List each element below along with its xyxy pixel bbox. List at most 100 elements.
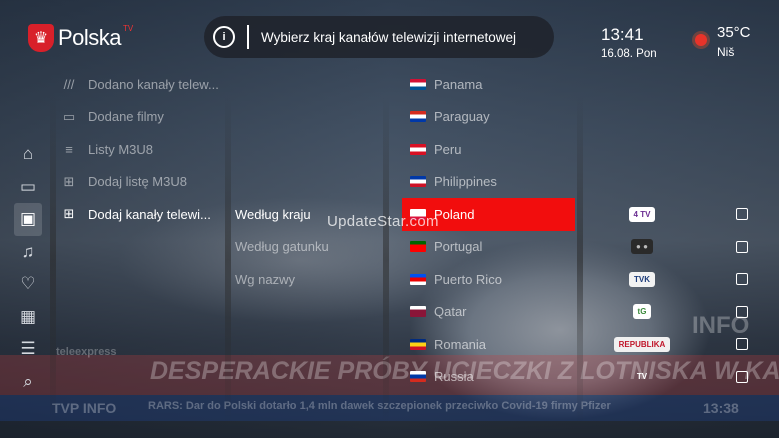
round-channel-logo: ● ●	[604, 234, 680, 260]
channel-list: 4 TV ● ● TVK tG REPUBLIKA TV	[604, 198, 764, 393]
country-item[interactable]: Qatar	[402, 296, 575, 329]
menu-item-label: Dodano kanały telew...	[88, 76, 219, 92]
channel-row[interactable]: ● ●	[604, 231, 764, 264]
channel-logo-text: REPUBLIKA	[613, 336, 671, 352]
country-item[interactable]: Portugal	[402, 231, 575, 264]
logo-text: Polska	[58, 25, 122, 50]
portugal-flag-icon	[410, 241, 426, 253]
country-name: Paraguay	[434, 109, 490, 125]
search-bar[interactable]: i Wybierz kraj kanałów telewizji interne…	[204, 16, 554, 58]
rail-item[interactable]: ♡	[14, 268, 42, 301]
puerto-rico-flag-icon	[410, 273, 426, 285]
country-item[interactable]: Panama	[402, 68, 575, 101]
country-item[interactable]: Russia	[402, 361, 575, 394]
channel-checkbox[interactable]	[736, 305, 748, 318]
romania-flag-icon	[410, 338, 426, 350]
country-item[interactable]: Paraguay	[402, 101, 575, 134]
country-name: Russia	[434, 369, 474, 385]
menu-item-label: Dodaj listę M3U8	[88, 174, 187, 190]
rail-item[interactable]: ▭	[14, 171, 42, 204]
list-icon: ≡	[65, 141, 73, 157]
channel-row[interactable]: TVK	[604, 263, 764, 296]
movies-icon: ▦	[19, 306, 37, 326]
channel-logo-text: TV	[636, 372, 648, 382]
menu-item[interactable]: /// Dodano kanały telew...	[58, 68, 228, 101]
country-list: Panama Paraguay Peru Philippines Poland Portu…	[402, 68, 575, 393]
divider	[50, 95, 56, 425]
background-clock: 13:38	[703, 400, 739, 416]
menu-item[interactable]: ⊞ Dodaj listę M3U8	[58, 166, 228, 199]
country-item[interactable]: Peru	[402, 133, 575, 166]
film-icon: ▭	[62, 108, 76, 124]
rail-item[interactable]: ⌕	[14, 366, 42, 399]
country-name: Portugal	[434, 239, 483, 255]
menu-list: /// Dodano kanały telew... ▭ Dodane filmy ≡ L…	[58, 68, 228, 231]
background-brand: TVP INFO	[52, 400, 117, 416]
republika-logo: REPUBLIKA	[604, 331, 680, 357]
sun-icon	[695, 34, 707, 46]
side-rail: ⌂ ▭ ▣ ♫ ♡ ▦ ☰ ⌕	[14, 138, 42, 398]
weather-temperature: 35°C	[717, 24, 751, 41]
country-item[interactable]: Puerto Rico	[402, 263, 575, 296]
radio-icon: ♫	[21, 241, 35, 261]
country-item[interactable]: Philippines	[402, 166, 575, 199]
panama-flag-icon	[410, 78, 426, 90]
channel-row[interactable]: 4 TV	[604, 198, 764, 231]
channel-logo-text: tG	[632, 304, 652, 320]
channel-checkbox[interactable]	[736, 208, 748, 221]
channel-checkbox[interactable]	[736, 338, 748, 351]
rail-item[interactable]: ▣	[14, 203, 42, 236]
rail-item[interactable]: ⌂	[14, 138, 42, 171]
background-ticker-text: RARS: Dar do Polski dotarło 1,4 mln dawe…	[148, 400, 611, 412]
rail-item[interactable]: ▦	[14, 301, 42, 334]
channel-logo-text: 4 TV	[628, 206, 656, 222]
menu-item[interactable]: ≡ Listy M3U8	[58, 133, 228, 166]
tv-trwam-logo: TV	[604, 364, 680, 390]
4fun-tv-logo: 4 TV	[604, 201, 680, 227]
menu-item-label: Listy M3U8	[88, 141, 154, 157]
divider	[577, 95, 583, 425]
watermark: UpdateStar.com	[327, 213, 439, 230]
menu-item[interactable]: ▭ Dodane filmy	[58, 101, 228, 134]
channel-checkbox[interactable]	[736, 370, 748, 383]
channel-logo-text: ● ●	[631, 239, 653, 255]
rail-item[interactable]: ☰	[14, 333, 42, 366]
tg-logo: tG	[604, 299, 680, 325]
logo-sup: TV	[123, 23, 134, 33]
add-list-icon: ⊞	[63, 173, 75, 189]
country-name: Philippines	[434, 174, 497, 190]
channel-row[interactable]: TV	[604, 361, 764, 394]
search-separator	[247, 25, 249, 49]
russia-flag-icon	[410, 371, 426, 383]
clock-date: 16.08. Pon	[601, 48, 657, 60]
home-icon: ⌂	[22, 144, 34, 164]
qatar-flag-icon	[410, 306, 426, 318]
clock: 13:41 16.08. Pon	[601, 25, 657, 60]
search-icon: ⌕	[23, 371, 33, 391]
favorites-icon: ♡	[20, 274, 36, 294]
channel-row[interactable]: tG	[604, 296, 764, 329]
weather-city: Niš	[717, 45, 735, 59]
info-search-icon[interactable]: i	[213, 26, 235, 48]
rail-item[interactable]: ♫	[14, 236, 42, 269]
add-channel-icon: ⊞	[63, 206, 75, 222]
country-item[interactable]: Romania	[402, 328, 575, 361]
peru-flag-icon	[410, 143, 426, 155]
channels-list-icon: ///	[63, 76, 75, 92]
country-name: Panama	[434, 76, 483, 92]
channel-row[interactable]: REPUBLIKA	[604, 328, 764, 361]
tvk-logo: TVK	[604, 266, 680, 292]
app-logo: ♛ Polska TV	[28, 24, 135, 52]
country-name: Peru	[434, 141, 462, 157]
channel-checkbox[interactable]	[736, 240, 748, 253]
filter-item[interactable]: Wg nazwy	[235, 263, 385, 296]
live-tv-icon: ▣	[19, 209, 37, 229]
philippines-flag-icon	[410, 176, 426, 188]
menu-item[interactable]: ⊞ Dodaj kanały telewi...	[58, 198, 228, 231]
menu-item-label: Dodaj kanały telewi...	[88, 206, 211, 222]
country-name: Puerto Rico	[434, 271, 502, 287]
clock-time: 13:41	[601, 25, 644, 44]
filter-item[interactable]: Według gatunku	[235, 231, 385, 264]
eagle-icon: ♛	[28, 24, 54, 52]
channel-checkbox[interactable]	[736, 273, 748, 286]
